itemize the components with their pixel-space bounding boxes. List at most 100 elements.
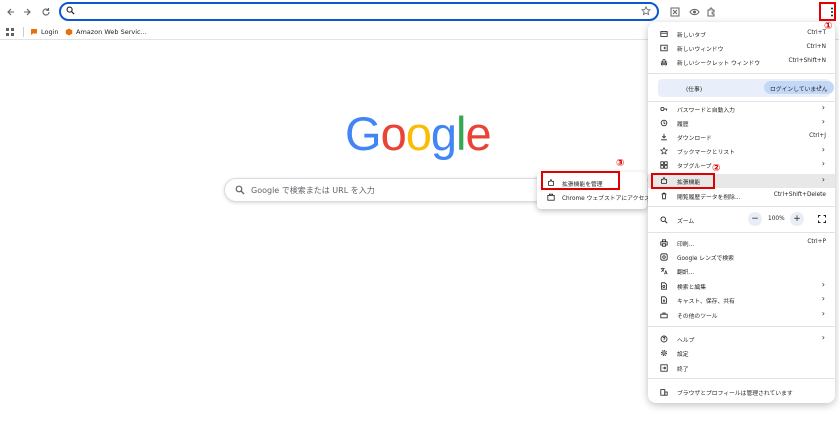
translate-icon (660, 267, 668, 275)
menu-item-label: 検索と編集 (677, 285, 706, 291)
search-placeholder: Google で検索または URL を入力 (251, 186, 375, 195)
key-icon (660, 107, 668, 111)
menu-item-history[interactable]: 履歴 › (648, 116, 835, 130)
forward-button[interactable] (18, 3, 36, 21)
chevron-right-icon: › (821, 145, 825, 154)
logo-letter: o (405, 107, 432, 160)
menu-item-tab-groups[interactable]: タブグループ › (648, 158, 835, 172)
menu-item-print[interactable]: 印刷... Ctrl+P (648, 236, 835, 250)
menu-item-clear-data[interactable]: 閲覧履歴データを削除... Ctrl+Shift+Delete (648, 189, 835, 203)
menu-item-label: 新しいタブ (677, 33, 706, 39)
menu-item-settings[interactable]: 設定 (648, 346, 835, 360)
menu-item-downloads[interactable]: ダウンロード Ctrl+J (648, 130, 835, 144)
menu-item-label: ダウンロード (677, 136, 712, 142)
menu-item-bookmarks[interactable]: ブックマークとリスト › (648, 144, 835, 158)
vpn-extension-icon (670, 7, 680, 17)
annotation-box-2 (651, 173, 715, 189)
google-lens-icon (660, 253, 668, 261)
menu-item-passwords[interactable]: パスワードと自動入力 › (648, 102, 835, 116)
divider (23, 27, 24, 37)
grid-apps-icon (6, 28, 14, 36)
forward-arrow-icon (24, 8, 31, 16)
search-icon (66, 6, 75, 15)
logo-letter: G (345, 107, 382, 160)
profile-item[interactable]: (仕事) ログインしていません › (658, 79, 834, 97)
chevron-right-icon: › (821, 175, 825, 184)
tab-groups-icon (660, 161, 668, 169)
bookmark-aws[interactable]: Amazon Web Servic... (65, 25, 147, 39)
zoom-out-button[interactable]: − (748, 212, 762, 226)
printer-icon (660, 239, 668, 247)
menu-item-label: 履歴 (677, 122, 689, 128)
annotation-number-2: ② (712, 163, 721, 174)
new-tab-icon (660, 31, 668, 37)
web-store-icon (547, 193, 555, 201)
help-icon (660, 335, 668, 343)
menu-item-label: ブラウザとプロフィールは管理されています (677, 391, 793, 397)
menu-item-managed[interactable]: ブラウザとプロフィールは管理されています (648, 385, 835, 399)
menu-item-label: 印刷... (677, 242, 695, 248)
menu-item-translate[interactable]: 翻訳... (648, 264, 835, 278)
browser-toolbar (0, 0, 839, 24)
menu-item-cast-save[interactable]: キャスト、保存、共有 › (648, 293, 835, 307)
search-icon (235, 185, 245, 195)
annotation-box-1 (819, 2, 836, 21)
chevron-right-icon: › (821, 117, 825, 126)
find-edit-icon (661, 282, 667, 290)
annotation-box-3 (541, 171, 620, 190)
annotation-number-3: ③ (616, 158, 625, 169)
menu-item-label: 新しいウィンドウ (677, 47, 724, 53)
trash-icon (661, 192, 667, 200)
menu-item-new-tab[interactable]: 新しいタブ Ctrl+T (648, 27, 835, 41)
menu-item-new-window[interactable]: 新しいウィンドウ Ctrl+N (648, 41, 835, 55)
history-icon (660, 119, 668, 127)
menu-item-lens[interactable]: Google レンズで検索 (648, 250, 835, 264)
menu-item-help[interactable]: ヘルプ › (648, 332, 835, 346)
reload-button[interactable] (37, 3, 55, 21)
fullscreen-icon[interactable] (818, 215, 826, 223)
bookmark-login[interactable]: Login (30, 25, 59, 39)
menu-item-label: 閲覧履歴データを削除... (677, 195, 741, 201)
reload-icon (42, 8, 50, 16)
building-icon (660, 389, 668, 396)
menu-item-shortcut: Ctrl+Shift+N (788, 58, 826, 64)
chevron-right-icon: › (821, 103, 825, 112)
aws-cube-icon (65, 28, 73, 36)
eye-extension-button[interactable] (685, 3, 703, 21)
logo-letter: g (430, 107, 457, 160)
chrome-web-store-item[interactable]: Chrome ウェブストアにアクセス (537, 190, 651, 204)
address-bar[interactable] (59, 2, 659, 21)
puzzle-icon (707, 7, 715, 17)
star-bookmark-icon[interactable] (641, 6, 651, 16)
star-icon (660, 147, 668, 155)
menu-item-incognito[interactable]: 新しいシークレット ウィンドウ Ctrl+Shift+N (648, 55, 835, 69)
bookmark-label: Amazon Web Servic... (76, 28, 147, 36)
chevron-right-icon: › (821, 294, 825, 303)
menu-item-find-edit[interactable]: 検索と編集 › (648, 279, 835, 293)
profile-name: (仕事) (686, 87, 703, 93)
menu-item-label: ズーム (677, 219, 695, 225)
menu-item-label: Chrome ウェブストアにアクセス (562, 196, 651, 202)
menu-item-zoom: ズーム − 100% + (648, 212, 835, 228)
menu-item-shortcut: Ctrl+N (806, 44, 826, 50)
menu-item-label: パスワードと自動入力 (677, 108, 735, 114)
profile-signin-status: ログインしていません (764, 81, 834, 94)
download-icon (661, 133, 667, 141)
zoom-level: 100% (768, 216, 785, 222)
menu-item-more-tools[interactable]: その他のツール › (648, 308, 835, 322)
menu-item-exit[interactable]: 終了 (648, 361, 835, 375)
menu-divider (648, 206, 835, 207)
menu-item-label: タブグループ (677, 164, 712, 170)
toolbox-icon (660, 312, 668, 319)
exit-icon (660, 364, 668, 372)
chat-bubble-icon (31, 29, 37, 35)
zoom-in-button[interactable]: + (790, 212, 804, 226)
extension-puzzle-badge[interactable] (666, 3, 684, 21)
menu-item-label: 翻訳... (677, 270, 695, 276)
apps-button[interactable] (6, 25, 14, 39)
new-window-icon (660, 44, 668, 52)
google-logo: Google (345, 106, 495, 160)
annotation-number-1: ① (824, 21, 833, 32)
cast-save-icon (661, 296, 667, 304)
extensions-button[interactable] (702, 3, 720, 21)
